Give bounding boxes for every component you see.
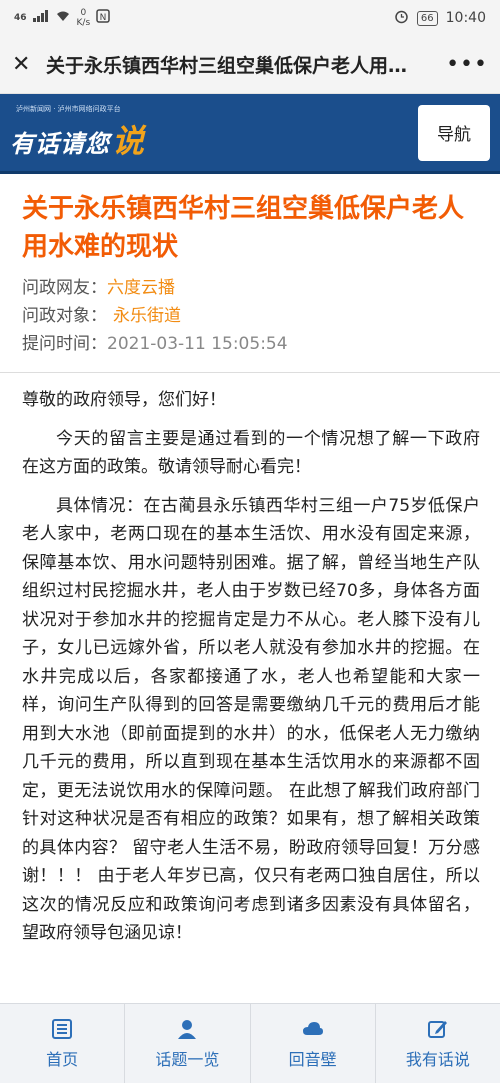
network-speed: 0 K/s: [76, 8, 91, 28]
navigation-button[interactable]: 导航: [418, 104, 490, 161]
post-time: 2021-03-11 15:05:54: [107, 334, 288, 354]
meta-label: 提问时间：: [22, 334, 107, 354]
page-title: 关于永乐镇西华村三组空巢低保户老人用…: [46, 55, 408, 77]
nav-post[interactable]: 我有话说: [376, 1004, 500, 1083]
user-icon: [178, 1019, 197, 1039]
logo-subtitle: 泸州新闻网 · 泸州市网络问政平台: [16, 104, 121, 113]
bottom-nav: 首页 话题一览 回音壁 我有话说: [0, 1003, 500, 1083]
meta-label: 问政网友：: [22, 278, 107, 298]
logo-accent: 说: [112, 121, 145, 160]
site-logo[interactable]: 泸州新闻网 · 泸州市网络问政平台 有话请您 说: [10, 104, 144, 162]
nav-topics[interactable]: 话题一览: [125, 1004, 251, 1083]
author-link[interactable]: 六度云播: [107, 274, 175, 302]
meta-label: 问政对象：: [22, 306, 107, 326]
home-list-icon: [52, 1018, 73, 1039]
cloud-icon: [302, 1021, 323, 1035]
greeting-paragraph: 尊敬的政府领导，您们好！: [22, 390, 226, 410]
article-meta: 问政网友： 六度云播 问政对象： 永乐街道 提问时间： 2021-03-11 1…: [22, 274, 478, 358]
target-link[interactable]: 永乐街道: [113, 302, 181, 330]
nav-label: 我有话说: [405, 1049, 470, 1069]
article-title: 关于永乐镇西华村三组空巢低保户老人用水难的现状: [22, 194, 465, 262]
nav-label: 话题一览: [155, 1049, 220, 1069]
more-menu-icon[interactable]: •••: [446, 52, 488, 77]
site-header: 泸州新闻网 · 泸州市网络问政平台 有话请您 说 导航: [0, 94, 500, 174]
meta-author: 问政网友： 六度云播: [22, 274, 478, 302]
nav-home[interactable]: 首页: [0, 1004, 126, 1083]
edit-icon: [427, 1020, 447, 1038]
title-bar: ✕ 关于永乐镇西华村三组空巢低保户老人用… •••: [0, 36, 500, 94]
svg-text:N: N: [100, 13, 107, 23]
meta-time: 提问时间： 2021-03-11 15:05:54: [22, 330, 478, 358]
nfc-icon: N: [96, 9, 110, 27]
close-icon[interactable]: ✕: [12, 52, 38, 77]
wifi-icon: [55, 10, 71, 26]
article-body: 尊敬的政府领导，您们好！ 今天的留言主要是通过看到的一个情况想了解一下政府在这方…: [22, 386, 480, 958]
meta-target: 问政对象： 永乐街道: [22, 302, 478, 330]
status-bar: 46 0 K/s N 66 10:40: [0, 0, 500, 36]
nav-echo-wall[interactable]: 回音壁: [251, 1004, 376, 1083]
signal-icon: [32, 10, 49, 26]
signal-indicator: 46: [14, 13, 27, 23]
intro-paragraph: 今天的留言主要是通过看到的一个情况想了解一下政府在这方面的政策。敬请领导耐心看完…: [22, 428, 480, 478]
alarm-icon: [394, 9, 409, 28]
article-header: 关于永乐镇西华村三组空巢低保户老人用水难的现状 问政网友： 六度云播 问政对象：…: [0, 174, 500, 358]
nav-label: 首页: [46, 1049, 79, 1069]
clock: 10:40: [445, 10, 486, 26]
divider: [0, 372, 500, 373]
details-paragraph: 具体情况：在古蔺县永乐镇西华村三组一户75岁低保户老人家中，老两口现在的基本生活…: [22, 495, 480, 944]
battery-indicator: 66: [416, 10, 438, 26]
logo-text: 有话请您: [10, 129, 110, 158]
nav-label: 回音壁: [288, 1049, 337, 1069]
